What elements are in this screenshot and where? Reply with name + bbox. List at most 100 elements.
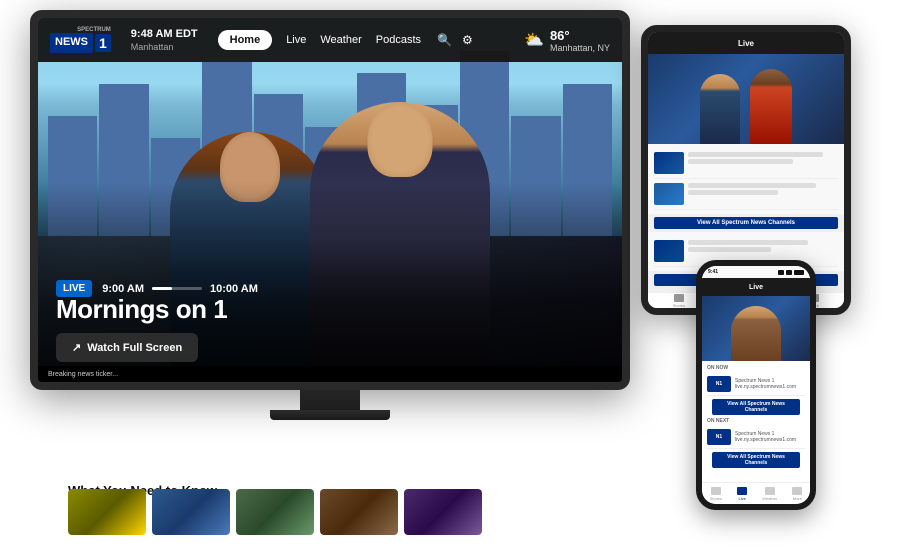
phone-channel-item-1[interactable]: N1 Spectrum News 1 live.ny.spectrumnews1… — [707, 373, 805, 396]
phone-status-icons — [778, 270, 804, 275]
story-thumb-5[interactable] — [404, 489, 482, 535]
weather-icon: ⛅ — [524, 30, 544, 50]
ticker-text: Breaking news ticker... — [48, 371, 118, 378]
phone-time: 9:41 — [708, 269, 718, 275]
nav-live[interactable]: Live — [286, 34, 306, 46]
phone-more-icon — [792, 487, 802, 495]
text-line — [688, 152, 823, 157]
tablet-thumb-1 — [654, 152, 684, 174]
phone-device: 9:41 Live ON NOW N1 — [696, 260, 826, 520]
tablet-view-all-btn[interactable]: View All Spectrum News Channels — [654, 217, 838, 229]
nav-podcasts[interactable]: Podcasts — [376, 34, 421, 46]
tv-body: SPECTRUM NEWS 1 9:48 AM EDT Manhattan — [30, 10, 630, 390]
logo: SPECTRUM NEWS 1 — [50, 27, 111, 52]
stories-tab-label: Stories — [673, 303, 685, 308]
tv-stand: SPECTRUM NEWS 1 9:48 AM EDT Manhattan — [30, 10, 630, 420]
scene: SPECTRUM NEWS 1 9:48 AM EDT Manhattan — [0, 0, 916, 550]
tablet-anchor-1 — [700, 74, 740, 144]
phone-view-all-btn[interactable]: View All Spectrum News Channels — [712, 399, 800, 415]
tv-device: SPECTRUM NEWS 1 9:48 AM EDT Manhattan — [30, 10, 650, 470]
tablet-item-text-2 — [688, 183, 838, 197]
phone-tab-live[interactable]: Live — [737, 487, 747, 501]
text-line — [688, 183, 816, 188]
phone-tab-more[interactable]: More — [792, 487, 802, 501]
time-range: 9:00 AM 10:00 AM — [102, 283, 258, 295]
phone-video — [702, 296, 810, 361]
tv-stand-base — [270, 410, 390, 420]
tablet-nav: Live — [648, 32, 844, 54]
tv-stand-neck — [300, 390, 360, 410]
nav-home[interactable]: Home — [218, 30, 273, 50]
phone-body: 9:41 Live ON NOW N1 — [696, 260, 816, 510]
phone-weather-label: Weather — [762, 496, 777, 501]
story-thumb-2[interactable] — [152, 489, 230, 535]
tablet-tab-stories[interactable]: Stories — [673, 294, 685, 308]
wifi-icon — [786, 270, 792, 275]
search-icon[interactable]: 🔍 — [437, 33, 452, 47]
channel-url-1: live.ny.spectrumnews1.com — [735, 384, 805, 390]
on-now-label: ON NOW — [707, 365, 805, 371]
phone-content: ON NOW N1 Spectrum News 1 live.ny.spectr… — [702, 361, 810, 475]
channel-logo-1: N1 — [707, 376, 731, 392]
watch-fullscreen-button[interactable]: ↗ Watch Full Screen — [56, 333, 198, 362]
time-progress-bar — [152, 287, 202, 290]
weather-location: Manhattan, NY — [550, 43, 610, 53]
story-thumb-4[interactable] — [320, 489, 398, 535]
text-line — [688, 240, 808, 245]
signal-icon — [778, 270, 784, 275]
tablet-item-text-3 — [688, 240, 838, 254]
phone-view-all-btn-2[interactable]: View All Spectrum News Channels — [712, 452, 800, 468]
weather-info: ⛅ 86° Manhattan, NY — [524, 28, 610, 53]
phone-nav-label: Live — [749, 284, 763, 291]
tv-location: Manhattan — [131, 42, 198, 52]
tv-navbar: SPECTRUM NEWS 1 9:48 AM EDT Manhattan — [38, 18, 622, 62]
phone-status-bar: 9:41 — [702, 266, 810, 278]
tv-time: 9:48 AM EDT — [131, 28, 198, 41]
show-title: Mornings on 1 — [56, 294, 227, 325]
tablet-anchors — [648, 64, 844, 144]
phone-nav: Live — [702, 278, 810, 296]
text-line — [688, 190, 778, 195]
tablet-list-item-1[interactable] — [654, 148, 838, 179]
channel-info-2: Spectrum News 1 live.ny.spectrumnews1.co… — [735, 431, 805, 443]
phone-stories-label: Stories — [710, 496, 722, 501]
phone-more-label: More — [793, 496, 802, 501]
channel-info-1: Spectrum News 1 live.ny.spectrumnews1.co… — [735, 378, 805, 390]
watch-fullscreen-label: Watch Full Screen — [87, 342, 182, 354]
phone-tab-weather[interactable]: Weather — [762, 487, 777, 501]
stories-strip — [68, 489, 482, 535]
tablet-list-item-2[interactable] — [654, 179, 838, 210]
nav-items: Home Live Weather Podcasts — [218, 30, 421, 50]
time-start: 9:00 AM — [102, 283, 144, 295]
tablet-item-text-1 — [688, 152, 838, 166]
phone-weather-icon — [765, 487, 775, 495]
stories-tab-icon — [674, 294, 684, 302]
logo-number: 1 — [95, 34, 111, 52]
tablet-anchor-2 — [750, 69, 792, 144]
phone-live-icon — [737, 487, 747, 495]
story-thumb-1[interactable] — [68, 489, 146, 535]
tv-screen: SPECTRUM NEWS 1 9:48 AM EDT Manhattan — [38, 18, 622, 382]
tablet-thumb-2 — [654, 183, 684, 205]
time-location: 9:48 AM EDT Manhattan — [131, 28, 198, 51]
phone-tab-stories[interactable]: Stories — [710, 487, 722, 501]
logo-news-text: NEWS — [50, 33, 93, 52]
tv-ticker-bar: Breaking news ticker... — [38, 366, 622, 382]
nav-weather[interactable]: Weather — [320, 34, 361, 46]
tablet-video-bg — [648, 54, 844, 144]
channel-logo-2: N1 — [707, 429, 731, 445]
settings-icon[interactable]: ⚙ — [462, 33, 473, 47]
story-thumb-3[interactable] — [236, 489, 314, 535]
battery-icon — [794, 270, 804, 275]
nav-icons: 🔍 ⚙ — [437, 33, 473, 47]
text-line — [688, 159, 793, 164]
phone-screen: 9:41 Live ON NOW N1 — [702, 266, 810, 504]
fullscreen-icon: ↗ — [72, 341, 81, 354]
phone-channel-item-2[interactable]: N1 Spectrum News 1 live.ny.spectrumnews1… — [707, 426, 805, 449]
tablet-video — [648, 54, 844, 144]
text-line — [688, 247, 771, 252]
time-end: 10:00 AM — [210, 283, 258, 295]
tablet-thumb-3 — [654, 240, 684, 262]
time-progress-fill — [152, 287, 172, 290]
tablet-channel-list — [648, 144, 844, 214]
